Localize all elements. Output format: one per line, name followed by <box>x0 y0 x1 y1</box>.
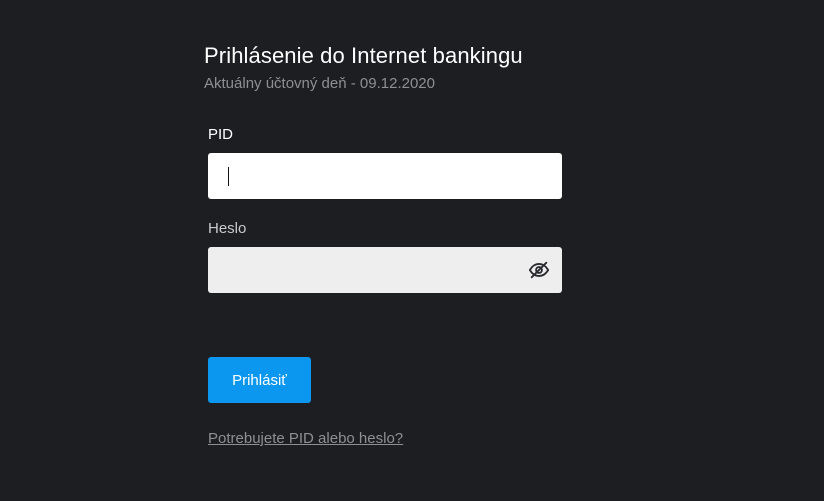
password-input[interactable] <box>208 247 562 293</box>
forgot-credentials-link[interactable]: Potrebujete PID alebo heslo? <box>208 430 403 448</box>
password-label: Heslo <box>208 220 247 237</box>
accounting-day-subtitle: Aktuálny účtovný deň - 09.12.2020 <box>204 75 435 92</box>
pid-input[interactable] <box>208 153 562 199</box>
pid-field[interactable] <box>208 153 562 199</box>
text-caret <box>228 167 229 186</box>
eye-off-icon[interactable] <box>528 259 550 281</box>
login-page: Prihlásenie do Internet bankingu Aktuáln… <box>0 0 824 501</box>
login-form: Prihlásenie do Internet bankingu Aktuáln… <box>204 42 564 447</box>
page-title: Prihlásenie do Internet bankingu <box>204 43 523 68</box>
pid-label: PID <box>208 126 234 143</box>
login-button[interactable]: Prihlásiť <box>208 357 311 403</box>
password-field[interactable] <box>208 247 562 293</box>
